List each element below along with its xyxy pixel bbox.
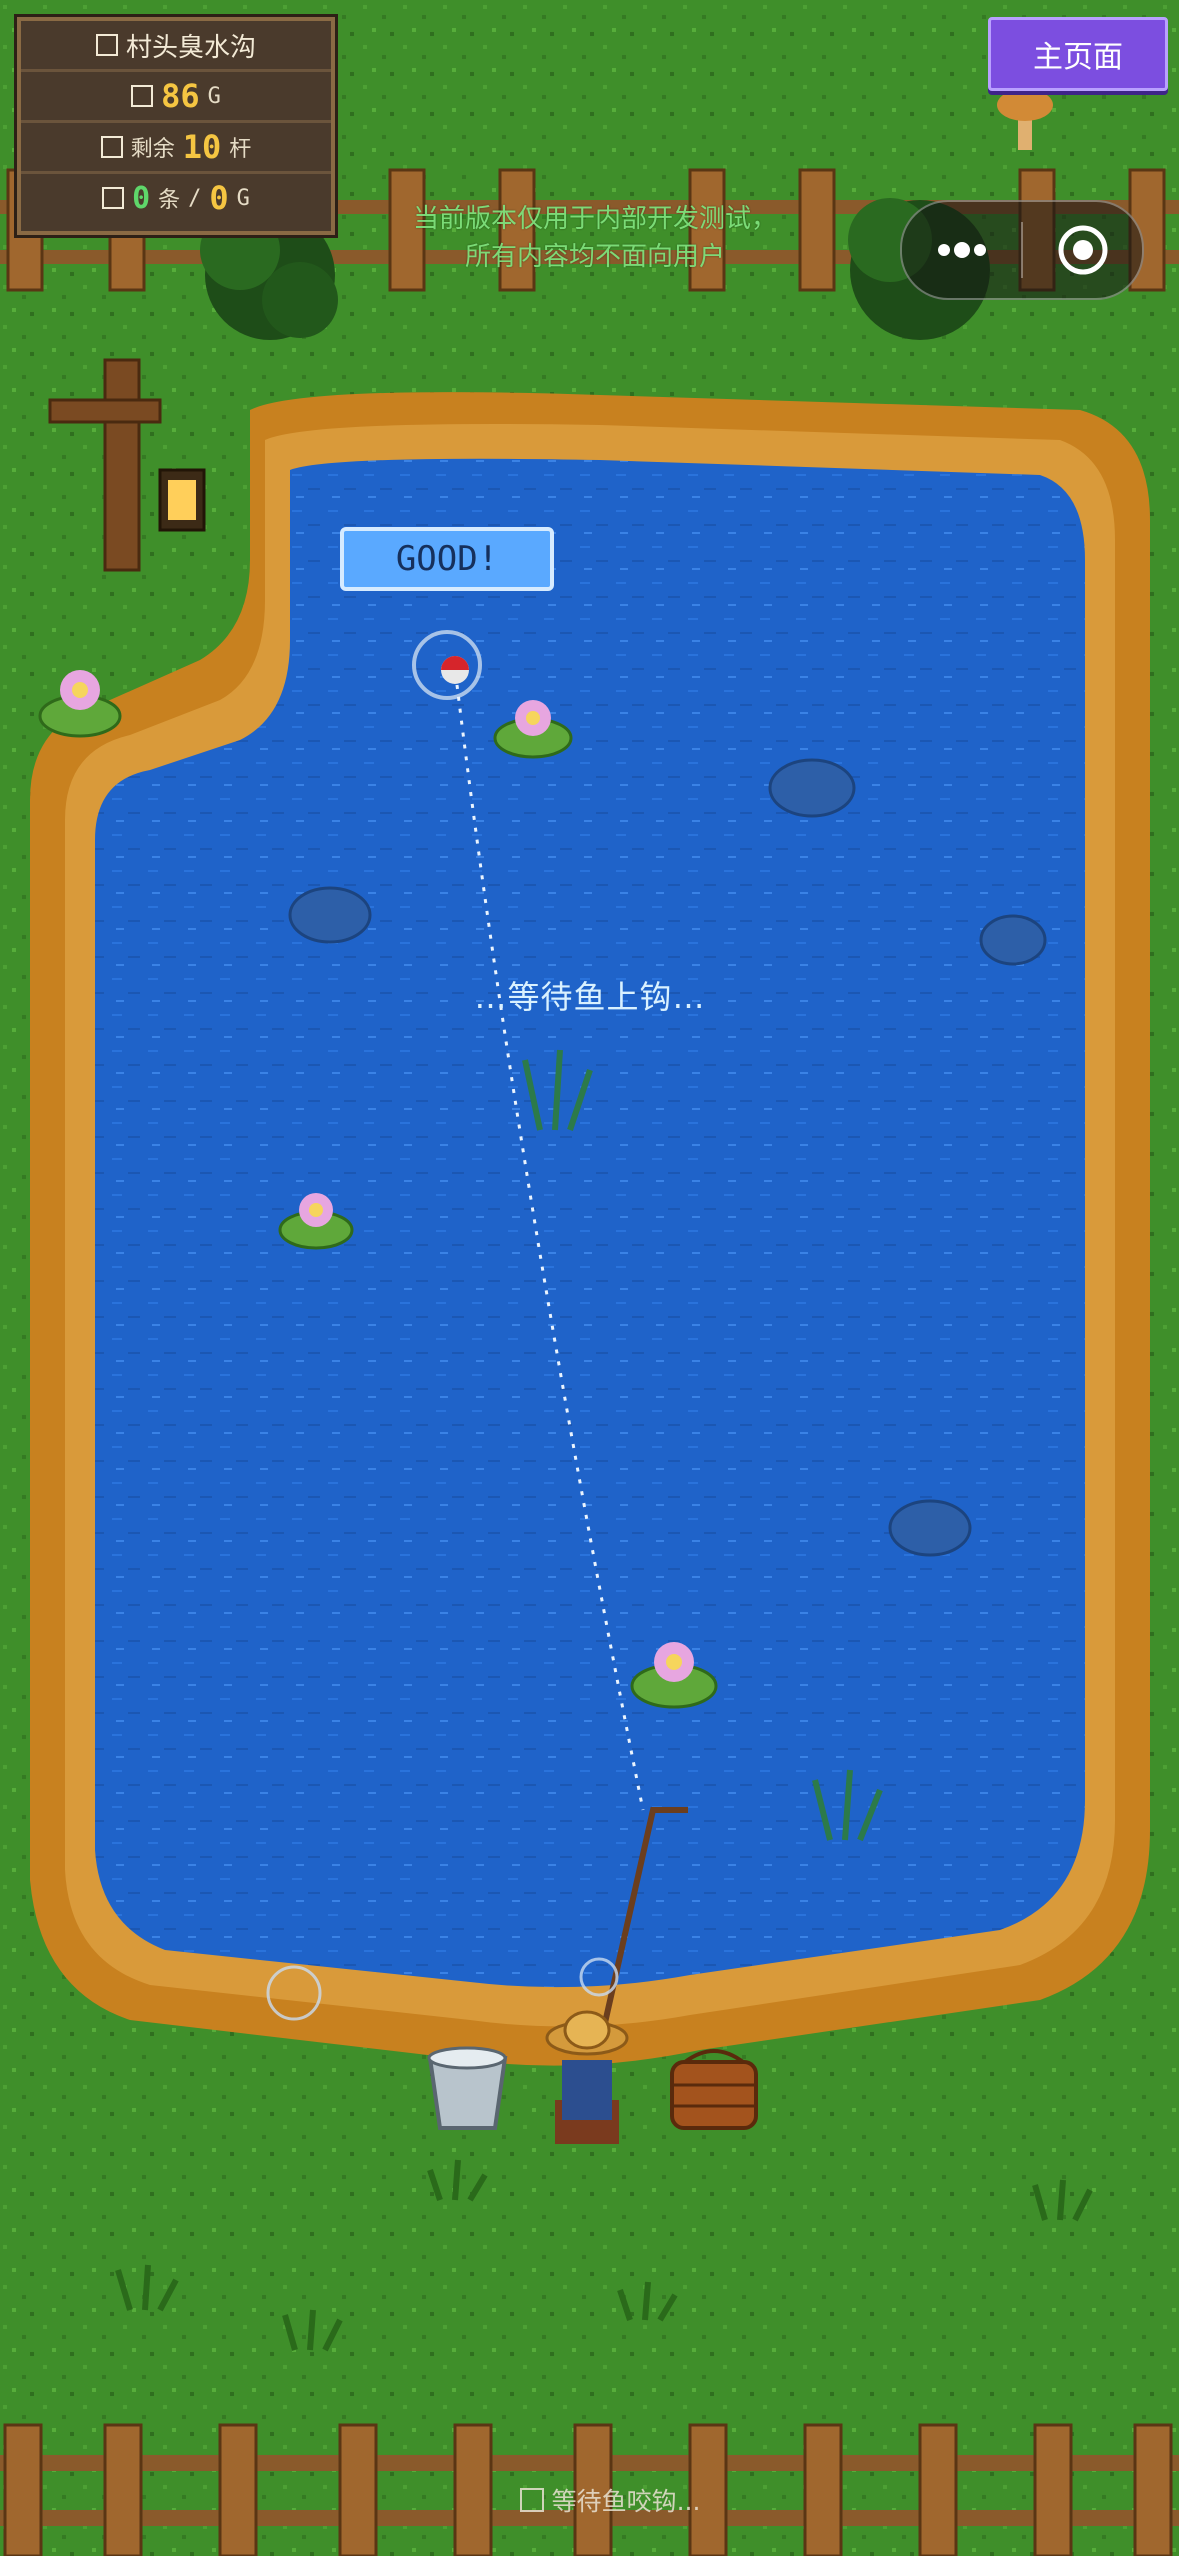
- close-miniprogram-button[interactable]: [1023, 202, 1142, 298]
- waiting-status: …等待鱼上钩…: [474, 978, 706, 1016]
- catch-gold-unit: G: [236, 185, 250, 211]
- remaining-row: 剩余 10 杆: [21, 123, 331, 174]
- dev-notice: 当前版本仅用于内部开发测试， 所有内容均不面向用户: [360, 200, 830, 276]
- good-feedback-badge: GOOD!: [340, 527, 554, 591]
- catch-separator: /: [188, 185, 202, 211]
- more-menu-button[interactable]: [902, 202, 1021, 298]
- target-close-icon: [1058, 225, 1107, 275]
- location-icon: [95, 34, 118, 56]
- gold-row: 86 G: [21, 72, 331, 123]
- fish-icon: [102, 187, 125, 209]
- catch-gold: 0: [209, 179, 229, 217]
- rod-icon: [100, 136, 123, 158]
- bucket: [427, 2046, 508, 2130]
- dev-notice-line2: 所有内容均不面向用户: [464, 242, 725, 272]
- remaining-unit: 杆: [229, 137, 252, 162]
- more-dots-icon: [937, 242, 986, 258]
- fish-basket: [670, 2049, 758, 2130]
- footer-status: 等待鱼咬钩...: [480, 2482, 740, 2518]
- remaining-value: 10: [182, 128, 222, 166]
- location-name: 村头臭水沟: [125, 32, 256, 63]
- dev-notice-line1: 当前版本仅用于内部开发测试，: [412, 204, 777, 234]
- home-button[interactable]: 主页面: [988, 17, 1168, 91]
- status-icon: [519, 2488, 544, 2512]
- gold-icon: [131, 85, 154, 107]
- gold-value: 86: [161, 77, 200, 115]
- remaining-label: 剩余: [130, 137, 175, 162]
- footer-status-text: 等待鱼咬钩...: [551, 2487, 701, 2516]
- game-scene[interactable]: [0, 0, 1179, 2556]
- catch-count: 0: [132, 180, 151, 216]
- catch-unit: 条: [158, 188, 181, 213]
- catch-row: 0 条 / 0 G: [21, 174, 331, 222]
- miniprogram-capsule: [900, 200, 1144, 300]
- stats-panel: 村头臭水沟 86 G 剩余 10 杆 0 条 / 0 G: [17, 17, 335, 235]
- location-row: 村头臭水沟: [21, 21, 331, 72]
- gold-unit: G: [207, 83, 221, 109]
